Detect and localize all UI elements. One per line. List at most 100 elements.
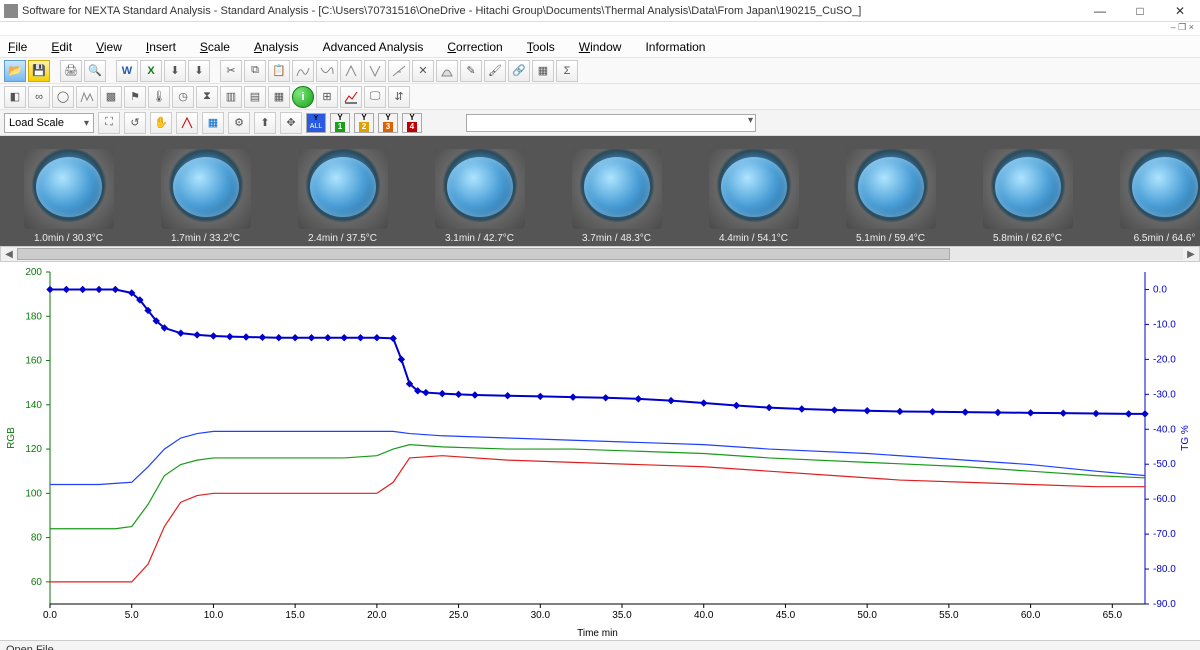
menu-insert[interactable]: Insert [142, 38, 180, 56]
svg-text:60.0: 60.0 [1021, 610, 1041, 621]
cut-icon[interactable]: ✂ [220, 60, 242, 82]
thumbnail-label: 4.4min / 54.1°C [719, 233, 788, 244]
svg-text:35.0: 35.0 [612, 610, 632, 621]
open-icon[interactable]: 📂 [4, 60, 26, 82]
chart-icon[interactable] [340, 86, 362, 108]
cross-icon[interactable]: ✕ [412, 60, 434, 82]
peak-icon[interactable] [340, 60, 362, 82]
copy-icon[interactable]: ⧉ [244, 60, 266, 82]
status-text: Open File [6, 644, 54, 650]
peak-red-icon[interactable] [176, 112, 198, 134]
menu-window[interactable]: Window [575, 38, 626, 56]
export-excel-icon[interactable]: X [140, 60, 162, 82]
print-icon[interactable]: 🖨 [60, 60, 82, 82]
thumbnail-0[interactable]: 1.0min / 30.3°C [0, 136, 137, 246]
checker-icon[interactable]: ▩ [100, 86, 122, 108]
stats-icon[interactable]: Σ [556, 60, 578, 82]
pen-icon[interactable]: ✎ [460, 60, 482, 82]
curve2-icon[interactable] [316, 60, 338, 82]
marker-y4[interactable]: Y4 [402, 113, 422, 133]
grid-blue-icon[interactable]: ▦ [202, 112, 224, 134]
curve1-icon[interactable] [292, 60, 314, 82]
thumbnail-label: 3.1min / 42.7°C [445, 233, 514, 244]
arrows-icon[interactable]: ⇵ [388, 86, 410, 108]
minimize-button[interactable]: — [1080, 0, 1120, 22]
svg-text:100: 100 [25, 488, 42, 499]
frame-icon[interactable]: ◧ [4, 86, 26, 108]
zoom-reset-icon[interactable]: ↺ [124, 112, 146, 134]
gear-icon[interactable]: ⚙ [228, 112, 250, 134]
link2-icon[interactable]: ∞ [28, 86, 50, 108]
svg-text:65.0: 65.0 [1103, 610, 1123, 621]
up-arrow-icon[interactable]: ⬆ [254, 112, 276, 134]
menu-file[interactable]: FFileile [4, 38, 31, 56]
menu-view[interactable]: View [92, 38, 126, 56]
thumbnail-3[interactable]: 3.1min / 42.7°C [411, 136, 548, 246]
zoom-fit-icon[interactable]: ⛶ [98, 112, 120, 134]
menu-scale[interactable]: Scale [196, 38, 234, 56]
ellipse-icon[interactable]: ◯ [52, 86, 74, 108]
export-down2-icon[interactable]: ⬇ [188, 60, 210, 82]
thumbnail-label: 3.7min / 48.3°C [582, 233, 651, 244]
stack1-icon[interactable]: ▥ [220, 86, 242, 108]
curve-select-dropdown[interactable] [466, 114, 756, 132]
thumbnail-5[interactable]: 4.4min / 54.1°C [685, 136, 822, 246]
link-icon[interactable]: 🔗 [508, 60, 530, 82]
cursor-icon[interactable]: ✥ [280, 112, 302, 134]
save-icon[interactable]: 💾 [28, 60, 50, 82]
stack2-icon[interactable]: ▤ [244, 86, 266, 108]
marker-all[interactable]: YALL [306, 113, 326, 133]
thumbnail-4[interactable]: 3.7min / 48.3°C [548, 136, 685, 246]
title-bar: Software for NEXTA Standard Analysis - S… [0, 0, 1200, 22]
flag-icon[interactable]: ⚑ [124, 86, 146, 108]
valley-icon[interactable] [364, 60, 386, 82]
marker-y3[interactable]: Y3 [378, 113, 398, 133]
gauge-icon[interactable]: ◷ [172, 86, 194, 108]
table-icon[interactable]: ⊞ [316, 86, 338, 108]
marker-y1[interactable]: Y1 [330, 113, 350, 133]
menu-tools[interactable]: Tools [523, 38, 559, 56]
hand-icon[interactable]: ✋ [150, 112, 172, 134]
export-word-icon[interactable]: W [116, 60, 138, 82]
maximize-button[interactable]: □ [1120, 0, 1160, 22]
menu-analysis[interactable]: Analysis [250, 38, 303, 56]
thumbnail-scrollbar[interactable]: ◀ ▶ [0, 246, 1200, 262]
stack3-icon[interactable]: ▦ [268, 86, 290, 108]
thumbnail-2[interactable]: 2.4min / 37.5°C [274, 136, 411, 246]
export-down1-icon[interactable]: ⬇ [164, 60, 186, 82]
thermo-icon[interactable]: 🌡 [148, 86, 170, 108]
thumbnail-1[interactable]: 1.7min / 33.2°C [137, 136, 274, 246]
marker-y2[interactable]: Y2 [354, 113, 374, 133]
svg-text:-10.0: -10.0 [1153, 319, 1176, 330]
grid-icon[interactable]: ▦ [532, 60, 554, 82]
brush-icon[interactable]: 🖌 [484, 60, 506, 82]
svg-text:50.0: 50.0 [857, 610, 877, 621]
svg-text:-50.0: -50.0 [1153, 459, 1176, 470]
tangent-icon[interactable] [388, 60, 410, 82]
svg-text:-20.0: -20.0 [1153, 354, 1176, 365]
menu-edit[interactable]: Edit [47, 38, 76, 56]
print-preview-icon[interactable]: 🔍 [84, 60, 106, 82]
menu-correction[interactable]: Correction [443, 38, 506, 56]
thumbnail-6[interactable]: 5.1min / 59.4°C [822, 136, 959, 246]
svg-text:10.0: 10.0 [204, 610, 224, 621]
monitor-icon[interactable]: 🖵 [364, 86, 386, 108]
mdi-controls[interactable]: – ❐ × [0, 22, 1200, 36]
toolbar-1: 📂 💾 🖨 🔍 W X ⬇ ⬇ ✂ ⧉ 📋 ✕ ✎ 🖌 🔗 ▦ Σ [0, 58, 1200, 84]
svg-text:55.0: 55.0 [939, 610, 959, 621]
scroll-right-icon[interactable]: ▶ [1183, 249, 1199, 260]
thumbnail-8[interactable]: 6.5min / 64.6° [1096, 136, 1200, 246]
info-icon[interactable]: i [292, 86, 314, 108]
svg-text:-60.0: -60.0 [1153, 494, 1176, 505]
chart-area[interactable]: 0.05.010.015.020.025.030.035.040.045.050… [0, 262, 1200, 640]
load-scale-dropdown[interactable]: Load Scale [4, 113, 94, 133]
area-icon[interactable] [436, 60, 458, 82]
close-button[interactable]: ✕ [1160, 0, 1200, 22]
filter-icon[interactable]: ⧗ [196, 86, 218, 108]
scroll-left-icon[interactable]: ◀ [1, 249, 17, 260]
menu-information[interactable]: Information [641, 38, 709, 56]
menu-advanced-analysis[interactable]: Advanced Analysis [319, 38, 428, 56]
thumbnail-7[interactable]: 5.8min / 62.6°C [959, 136, 1096, 246]
paste-icon[interactable]: 📋 [268, 60, 290, 82]
zigzag-icon[interactable] [76, 86, 98, 108]
